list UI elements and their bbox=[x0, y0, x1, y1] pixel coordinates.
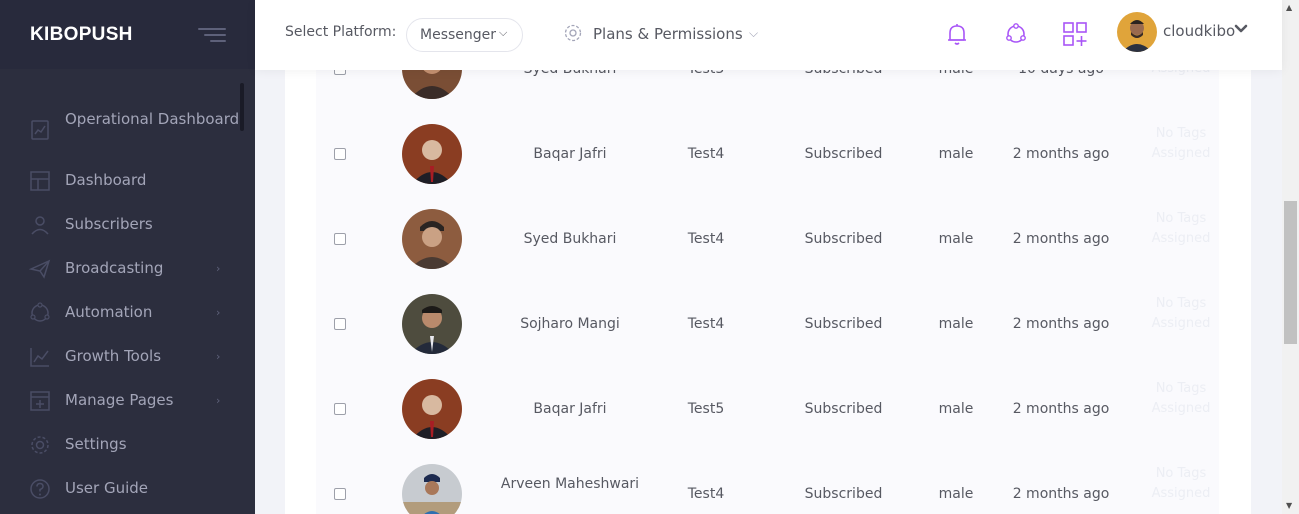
subscribers-table: Syed Bukhari Test3 Subscribed male 10 da… bbox=[316, 0, 1219, 514]
subscriber-tags: No Tags Assigned bbox=[1151, 466, 1211, 501]
subscriber-since: 2 months ago bbox=[1012, 486, 1110, 502]
subscriber-avatar bbox=[402, 209, 462, 269]
chevron-right-icon: › bbox=[216, 262, 221, 275]
sidebar-item-label: Operational Dashboard bbox=[65, 110, 240, 128]
subscriber-status: Subscribed bbox=[804, 486, 883, 502]
paper-plane-icon bbox=[29, 259, 51, 279]
subscriber-gender: male bbox=[938, 316, 974, 332]
scroll-down-arrow-icon[interactable]: ▼ bbox=[1286, 501, 1292, 510]
subscriber-name: Syed Bukhari bbox=[523, 231, 617, 247]
chevron-right-icon: › bbox=[216, 394, 221, 407]
sidebar: KIBOPUSH Operational Dashboard Dashboard bbox=[0, 0, 255, 514]
row-checkbox[interactable] bbox=[334, 318, 346, 330]
avatar bbox=[1117, 12, 1157, 52]
page-scrollbar[interactable]: ▲ ▼ bbox=[1282, 0, 1299, 514]
table-row: Baqar Jafri Test4 Subscribed male 2 mont… bbox=[316, 112, 1219, 197]
sidebar-item-user-guide[interactable]: User Guide bbox=[0, 478, 255, 500]
sidebar-item-label: Dashboard bbox=[65, 171, 147, 189]
sidebar-item-label: Growth Tools bbox=[65, 347, 162, 365]
table-row: Arveen Maheshwari Test4 Subscribed male … bbox=[316, 452, 1219, 514]
table-row: Baqar Jafri Test5 Subscribed male 2 mont… bbox=[316, 367, 1219, 452]
subscriber-gender: male bbox=[938, 486, 974, 502]
subscriber-tags: No Tags Assigned bbox=[1151, 296, 1211, 331]
chevron-down-icon: ⌵ bbox=[499, 26, 508, 39]
subscriber-avatar bbox=[402, 464, 462, 514]
sidebar-item-growth-tools[interactable]: Growth Tools › bbox=[0, 346, 255, 368]
platform-select[interactable]: Messenger ⌵ bbox=[406, 18, 523, 52]
network-icon[interactable] bbox=[1003, 21, 1029, 47]
subscriber-gender: male bbox=[938, 231, 974, 247]
sidebar-item-label: Manage Pages bbox=[65, 391, 174, 409]
chevron-down-icon: ⌵ bbox=[749, 26, 759, 40]
sidebar-item-label: Subscribers bbox=[65, 215, 153, 233]
platform-select-value: Messenger bbox=[420, 27, 497, 43]
sidebar-item-operational-dashboard[interactable]: Operational Dashboard bbox=[0, 108, 255, 152]
subscriber-since: 2 months ago bbox=[1012, 401, 1110, 417]
user-icon bbox=[31, 216, 49, 235]
grid-icon bbox=[30, 171, 50, 191]
subscriber-status: Subscribed bbox=[804, 316, 883, 332]
row-checkbox[interactable] bbox=[334, 233, 346, 245]
subscriber-page: Test5 bbox=[687, 401, 725, 417]
add-page-icon bbox=[30, 391, 50, 411]
bell-icon[interactable] bbox=[944, 21, 970, 47]
chevron-right-icon: › bbox=[216, 350, 221, 363]
apps-add-icon[interactable] bbox=[1062, 21, 1088, 47]
scrollbar-thumb[interactable] bbox=[1284, 201, 1297, 344]
row-checkbox[interactable] bbox=[334, 488, 346, 500]
sidebar-item-manage-pages[interactable]: Manage Pages › bbox=[0, 390, 255, 412]
gear-icon bbox=[31, 436, 49, 454]
subscriber-since: 2 months ago bbox=[1012, 146, 1110, 162]
subscriber-name: Arveen Maheshwari bbox=[500, 476, 640, 492]
chevron-down-icon bbox=[1234, 24, 1248, 33]
sidebar-item-label: Broadcasting bbox=[65, 259, 164, 277]
gear-icon bbox=[564, 24, 582, 42]
subscriber-avatar bbox=[402, 294, 462, 354]
subscriber-status: Subscribed bbox=[804, 401, 883, 417]
sidebar-item-label: Settings bbox=[65, 435, 127, 453]
subscriber-name: Baqar Jafri bbox=[533, 401, 607, 417]
row-checkbox[interactable] bbox=[334, 148, 346, 160]
sidebar-item-dashboard[interactable]: Dashboard bbox=[0, 170, 255, 192]
chevron-right-icon: › bbox=[216, 306, 221, 319]
sidebar-item-label: Automation bbox=[65, 303, 153, 321]
row-checkbox[interactable] bbox=[334, 403, 346, 415]
platform-label: Select Platform: bbox=[285, 24, 397, 40]
subscriber-tags: No Tags Assigned bbox=[1151, 126, 1211, 161]
subscriber-status: Subscribed bbox=[804, 231, 883, 247]
subscriber-page: Test4 bbox=[687, 146, 725, 162]
cycle-icon bbox=[30, 302, 50, 322]
main-content: Syed Bukhari Test3 Subscribed male 10 da… bbox=[285, 0, 1251, 514]
sidebar-item-settings[interactable]: Settings bbox=[0, 434, 255, 456]
subscriber-avatar bbox=[402, 379, 462, 439]
subscriber-gender: male bbox=[938, 146, 974, 162]
sidebar-item-broadcasting[interactable]: Broadcasting › bbox=[0, 258, 255, 280]
subscriber-name: Baqar Jafri bbox=[533, 146, 607, 162]
table-row: Syed Bukhari Test4 Subscribed male 2 mon… bbox=[316, 197, 1219, 282]
subscriber-since: 2 months ago bbox=[1012, 316, 1110, 332]
line-chart-icon bbox=[30, 348, 49, 367]
plans-label: Plans & Permissions bbox=[593, 25, 743, 43]
sidebar-item-label: User Guide bbox=[65, 479, 149, 497]
brand-logo-text: KIBOPUSH bbox=[30, 23, 133, 45]
sidebar-item-automation[interactable]: Automation › bbox=[0, 302, 255, 324]
top-header: Select Platform: Messenger ⌵ Plans & Per… bbox=[255, 0, 1282, 70]
subscriber-since: 2 months ago bbox=[1012, 231, 1110, 247]
help-icon bbox=[30, 479, 50, 499]
sidebar-item-subscribers[interactable]: Subscribers bbox=[0, 214, 255, 236]
scroll-up-arrow-icon[interactable]: ▲ bbox=[1286, 3, 1292, 12]
username: cloudkibo bbox=[1163, 22, 1236, 40]
subscriber-page: Test4 bbox=[687, 486, 725, 502]
subscriber-gender: male bbox=[938, 401, 974, 417]
subscriber-tags: No Tags Assigned bbox=[1151, 381, 1211, 416]
subscriber-name: Sojharo Mangi bbox=[520, 316, 620, 332]
subscriber-avatar bbox=[402, 124, 462, 184]
menu-toggle-icon[interactable] bbox=[198, 26, 226, 44]
subscriber-status: Subscribed bbox=[804, 146, 883, 162]
subscriber-tags: No Tags Assigned bbox=[1151, 211, 1211, 246]
chart-board-icon bbox=[31, 120, 49, 140]
subscriber-page: Test4 bbox=[687, 316, 725, 332]
table-row: Sojharo Mangi Test4 Subscribed male 2 mo… bbox=[316, 282, 1219, 367]
subscriber-page: Test4 bbox=[687, 231, 725, 247]
